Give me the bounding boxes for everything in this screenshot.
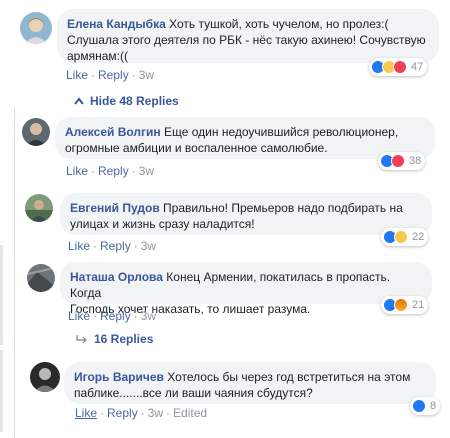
reply-link[interactable]: Reply (98, 164, 129, 178)
reaction-summary[interactable]: 22 (381, 228, 429, 246)
timestamp[interactable]: 3w (139, 164, 154, 178)
avatar[interactable] (20, 12, 52, 44)
thread-stripe (0, 245, 3, 345)
comment-text: огромные амбиции и воспаленное самолюбие… (65, 141, 328, 155)
comment-author[interactable]: Алексей Волгин (65, 125, 161, 139)
thread-stripe (0, 350, 3, 432)
timestamp[interactable]: 3w (148, 406, 163, 420)
comment-text: Хотелось бы через год встретиться на это… (163, 370, 411, 384)
comment-bubble: Елена Кандыбка Хоть тушкой, хоть чучелом… (57, 9, 439, 63)
replies-count-label: 16 Replies (94, 332, 154, 346)
comment-text: Правильно! Премьеров надо подбирать на (159, 201, 403, 215)
like-link[interactable]: Like (66, 164, 88, 178)
thread-line (14, 108, 15, 438)
reaction-count: 21 (412, 299, 425, 311)
hide-replies-label: Hide 48 Replies (90, 94, 179, 108)
reaction-summary[interactable]: 47 (369, 58, 428, 76)
comment-text: Хоть тушкой, хоть чучелом, но пролез:( (165, 17, 389, 31)
avatar[interactable] (22, 118, 50, 146)
comment-author[interactable]: Евгений Пудов (70, 201, 160, 215)
comment-text: Еще один недоучившийся революционер, (160, 125, 399, 139)
reaction-count: 22 (412, 231, 425, 243)
hide-replies-link[interactable]: Hide 48 Replies (74, 94, 179, 108)
comment-actions: Like · Reply · 3w (68, 239, 157, 253)
like-link[interactable]: Like (66, 68, 88, 82)
reply-link[interactable]: Reply (107, 406, 138, 420)
haha-reaction-icon (394, 230, 408, 244)
comment-text: улицах и жизнь сразу наладится! (70, 217, 255, 231)
reaction-summary[interactable]: 21 (381, 296, 429, 314)
comment-bubble: Алексей Волгин Еще один недоучившийся ре… (55, 117, 435, 159)
reply-link[interactable]: Reply (98, 68, 129, 82)
timestamp[interactable]: 3w (141, 239, 156, 253)
comment-bubble: Наташа Орлова Конец Армении, покатилась … (60, 262, 432, 316)
like-link[interactable]: Like (68, 239, 90, 253)
timestamp[interactable]: 3w (141, 309, 156, 323)
comment-author[interactable]: Игорь Варичев (74, 370, 164, 384)
like-link[interactable]: Like (75, 406, 97, 420)
edited-label[interactable]: Edited (173, 406, 207, 420)
comment-actions: Like · Reply · 3w · Edited (75, 406, 208, 420)
reply-link[interactable]: Reply (100, 309, 131, 323)
love-reaction-icon (391, 154, 405, 168)
love-reaction-icon (393, 60, 407, 74)
comment-author[interactable]: Наташа Орлова (70, 270, 163, 284)
comment-author[interactable]: Елена Кандыбка (67, 17, 166, 31)
reply-link[interactable]: Reply (100, 239, 131, 253)
chevron-up-icon (74, 97, 84, 105)
comment-bubble: Игорь Варичев Хотелось бы через год встр… (64, 362, 436, 404)
comment-text: Слушала этого деятеля по РБК - нёс такую… (67, 33, 426, 47)
reaction-count: 47 (411, 61, 424, 73)
timestamp[interactable]: 3w (139, 68, 154, 82)
reaction-count: 8 (430, 400, 437, 412)
comment-actions: Like · Reply · 3w (66, 68, 155, 82)
comment-actions: Like · Reply · 3w (66, 164, 155, 178)
comment-bubble: Евгений Пудов Правильно! Премьеров надо … (60, 193, 432, 235)
reaction-summary[interactable]: 8 (410, 397, 441, 415)
avatar[interactable] (27, 264, 55, 292)
avatar[interactable] (25, 194, 53, 222)
angry-reaction-icon (394, 298, 408, 312)
reaction-count: 38 (409, 155, 422, 167)
comment-actions: Like · Reply · 3w (68, 309, 157, 323)
avatar[interactable] (30, 362, 60, 392)
comment-text: паблике.......все ли ваши чаяния сбудутс… (74, 386, 313, 400)
like-reaction-icon (412, 399, 426, 413)
like-link[interactable]: Like (68, 309, 90, 323)
reaction-summary[interactable]: 38 (378, 152, 426, 170)
reply-arrow-icon (76, 335, 87, 344)
view-replies-link[interactable]: 16 Replies (76, 332, 153, 346)
